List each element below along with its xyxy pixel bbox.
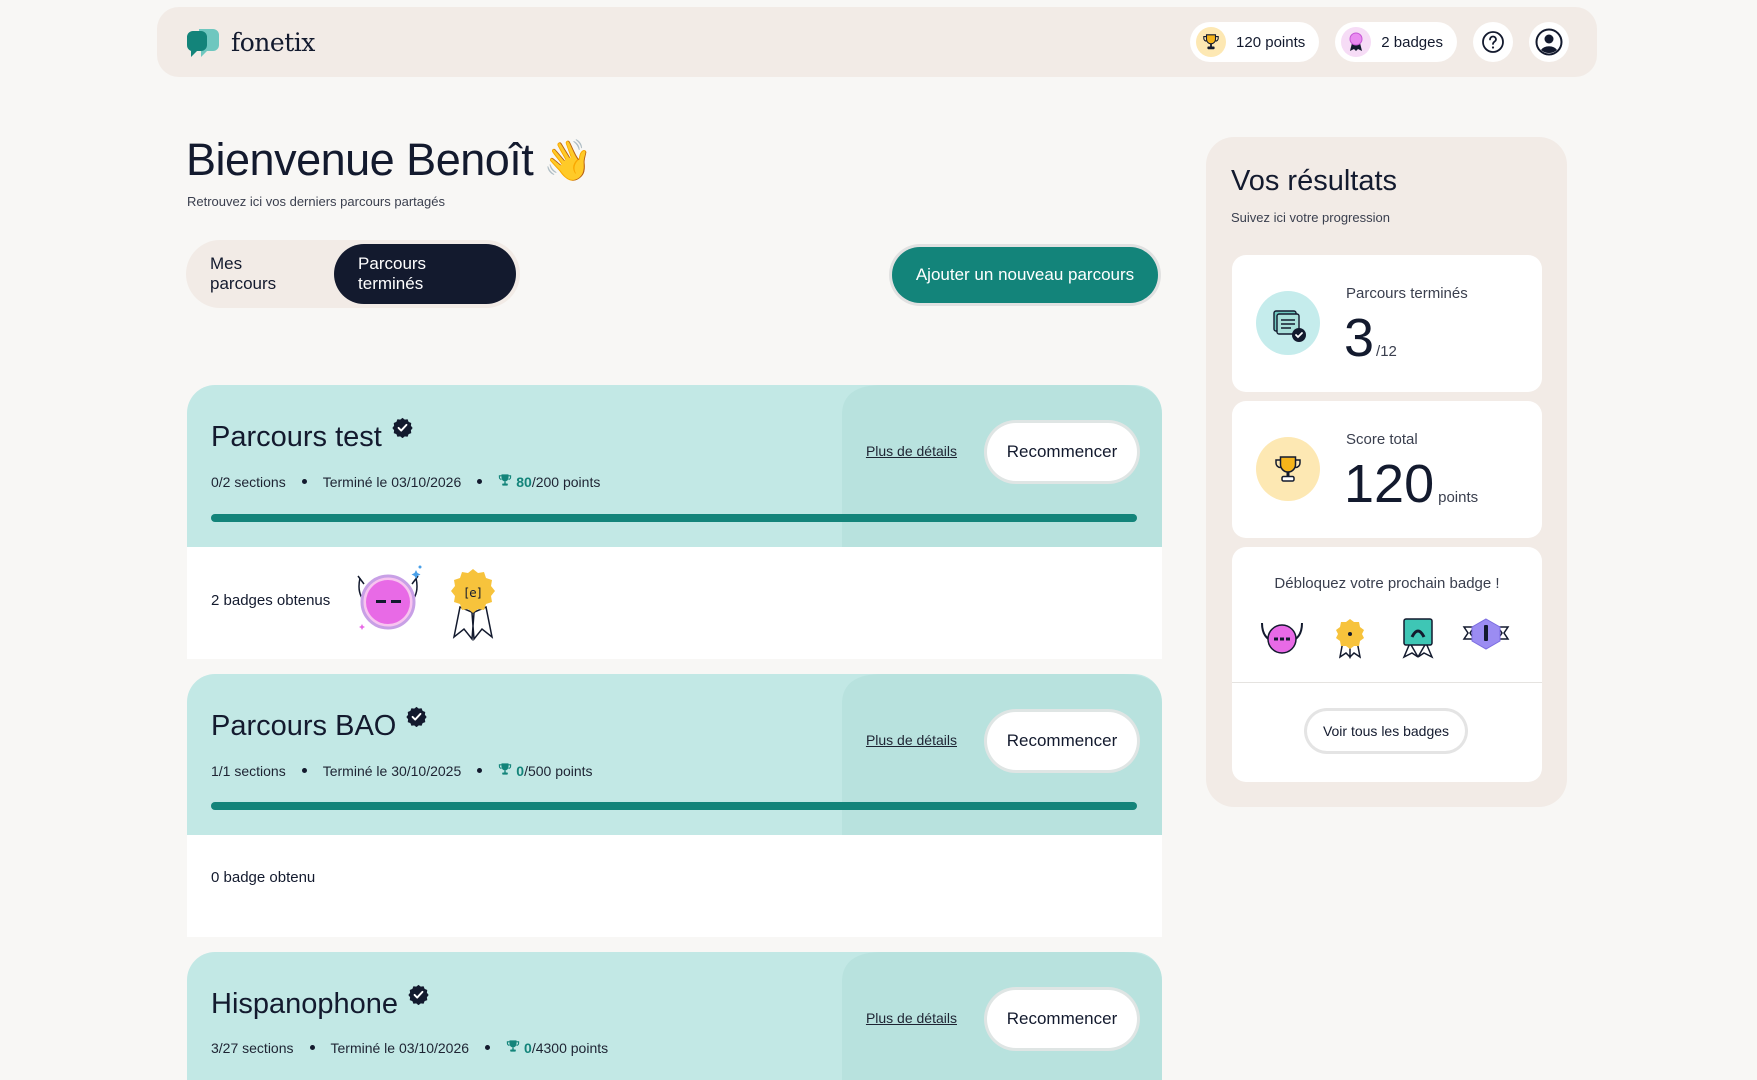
trophy-icon bbox=[498, 473, 512, 490]
finished-date: Terminé le 30/10/2025 bbox=[322, 762, 462, 779]
course-title-text: Hispanophone bbox=[211, 988, 399, 1020]
results-panel: Vos résultats Suivez ici votre progressi… bbox=[1206, 137, 1567, 807]
course-card: Parcours BAO 1/1 sections Terminé le 30/… bbox=[187, 674, 1162, 937]
winged-badge-icon bbox=[357, 565, 422, 630]
brand-name: fonetix bbox=[231, 27, 315, 57]
progress-fill bbox=[211, 802, 1137, 810]
trophy-icon bbox=[1196, 27, 1227, 57]
course-card-badges: 0 badge obtenu bbox=[187, 835, 1162, 937]
completed-total: /12 bbox=[1376, 343, 1397, 360]
courses-completed-icon bbox=[1256, 291, 1320, 355]
course-card-header: Hispanophone 3/27 sections Terminé le 03… bbox=[187, 952, 1162, 1080]
points-total: /4300 points bbox=[531, 1039, 609, 1056]
course-meta: 0/2 sections Terminé le 03/10/2026 80/20… bbox=[211, 473, 600, 490]
page-title: Bienvenue Benoît 👋 bbox=[186, 134, 593, 186]
trophy-icon bbox=[498, 762, 512, 779]
progress-bar bbox=[211, 514, 1137, 522]
tab-bar: Mes parcours Parcours terminés bbox=[186, 240, 520, 308]
course-title: Parcours BAO bbox=[211, 706, 427, 743]
completed-label: Parcours terminés bbox=[1346, 285, 1468, 302]
help-button[interactable] bbox=[1473, 22, 1513, 62]
score-number: 120 bbox=[1344, 454, 1435, 514]
course-card-header: Parcours test 0/2 sections Terminé le 03… bbox=[187, 385, 1162, 547]
course-card-badges: 2 badges obtenus [e] bbox=[187, 547, 1162, 659]
badges-label: 2 badges bbox=[1381, 33, 1443, 51]
sections-count: 3/27 sections bbox=[211, 1039, 294, 1056]
course-card: Parcours test 0/2 sections Terminé le 03… bbox=[187, 385, 1162, 659]
tab-my-courses[interactable]: Mes parcours bbox=[186, 244, 334, 304]
restart-button[interactable]: Recommencer bbox=[987, 423, 1137, 481]
course-title-text: Parcours test bbox=[211, 421, 382, 453]
top-bar: fonetix 120 points 2 badges bbox=[157, 7, 1597, 77]
ribbon-badge-icon[interactable] bbox=[1394, 615, 1442, 659]
page-subtitle: Retrouvez ici vos derniers parcours part… bbox=[187, 194, 445, 209]
verified-icon bbox=[406, 706, 427, 727]
finished-date: Terminé le 03/10/2026 bbox=[330, 1039, 470, 1056]
trophy-icon bbox=[1256, 437, 1320, 501]
course-meta: 3/27 sections Terminé le 03/10/2026 0/43… bbox=[211, 1039, 608, 1056]
hexagon-badge-icon[interactable] bbox=[1462, 615, 1510, 659]
results-title: Vos résultats bbox=[1231, 165, 1398, 197]
restart-button[interactable]: Recommencer bbox=[987, 990, 1137, 1048]
badge-preview-list bbox=[1258, 615, 1510, 659]
profile-button[interactable] bbox=[1529, 22, 1569, 62]
points-earned: 80 bbox=[516, 473, 532, 490]
logo-icon bbox=[186, 29, 219, 57]
tab-completed-courses[interactable]: Parcours terminés bbox=[334, 244, 516, 304]
badge-icon bbox=[1341, 27, 1372, 57]
score-label: Score total bbox=[1346, 431, 1418, 448]
finished-date: Terminé le 03/10/2026 bbox=[322, 473, 462, 490]
points-total: /200 points bbox=[531, 473, 601, 490]
sections-count: 1/1 sections bbox=[211, 762, 286, 779]
details-link[interactable]: Plus de détails bbox=[866, 1010, 957, 1026]
next-badge-title: Débloquez votre prochain badge ! bbox=[1274, 575, 1500, 592]
winged-badge-icon[interactable] bbox=[1258, 615, 1306, 659]
rosette-badge-icon: [e] bbox=[451, 569, 495, 641]
details-link[interactable]: Plus de détails bbox=[866, 732, 957, 748]
total-score-stat: Score total 120 points bbox=[1232, 401, 1542, 538]
rosette-badge-icon[interactable] bbox=[1326, 615, 1374, 659]
progress-bar bbox=[211, 802, 1137, 810]
badges-count: 0 badge obtenu bbox=[211, 869, 316, 886]
points-pill[interactable]: 120 points bbox=[1190, 22, 1320, 62]
course-title: Hispanophone bbox=[211, 984, 429, 1021]
welcome-text: Bienvenue Benoît bbox=[186, 134, 534, 185]
course-card-header: Parcours BAO 1/1 sections Terminé le 30/… bbox=[187, 674, 1162, 835]
course-card: Hispanophone 3/27 sections Terminé le 03… bbox=[187, 952, 1162, 1080]
points-earned: 0 bbox=[524, 1039, 532, 1056]
restart-button[interactable]: Recommencer bbox=[987, 712, 1137, 770]
view-all-badges-button[interactable]: Voir tous les badges bbox=[1307, 711, 1465, 751]
add-course-button[interactable]: Ajouter un nouveau parcours bbox=[892, 247, 1158, 303]
points-earned: 0 bbox=[516, 762, 525, 779]
course-title: Parcours test bbox=[211, 417, 413, 454]
points-label: 120 points bbox=[1236, 33, 1306, 51]
results-subtitle: Suivez ici votre progression bbox=[1231, 210, 1390, 225]
badges-pill[interactable]: 2 badges bbox=[1335, 22, 1457, 62]
details-link[interactable]: Plus de détails bbox=[866, 443, 957, 459]
progress-fill bbox=[211, 514, 1137, 522]
help-icon bbox=[1482, 31, 1504, 53]
verified-icon bbox=[408, 984, 429, 1005]
completed-courses-stat: Parcours terminés 3 /12 bbox=[1232, 255, 1542, 392]
completed-count: 3 bbox=[1344, 308, 1375, 368]
course-title-text: Parcours BAO bbox=[211, 710, 397, 742]
completed-value: 3 /12 bbox=[1344, 307, 1397, 369]
logo[interactable]: fonetix bbox=[185, 25, 315, 59]
badge-glyph: [e] bbox=[465, 586, 482, 600]
score-value: 120 points bbox=[1344, 453, 1478, 515]
score-unit: points bbox=[1438, 489, 1479, 506]
waving-hand-icon: 👋 bbox=[543, 138, 593, 183]
course-meta: 1/1 sections Terminé le 30/10/2025 0/500… bbox=[211, 762, 593, 779]
user-icon bbox=[1535, 28, 1563, 56]
next-badge-card: Débloquez votre prochain badge ! Voir to… bbox=[1232, 547, 1542, 782]
points-total: /500 points bbox=[524, 762, 593, 779]
verified-icon bbox=[392, 417, 413, 438]
sections-count: 0/2 sections bbox=[211, 473, 286, 490]
badges-count: 2 badges obtenus bbox=[211, 592, 331, 609]
trophy-icon bbox=[506, 1039, 520, 1056]
divider bbox=[1232, 682, 1542, 683]
